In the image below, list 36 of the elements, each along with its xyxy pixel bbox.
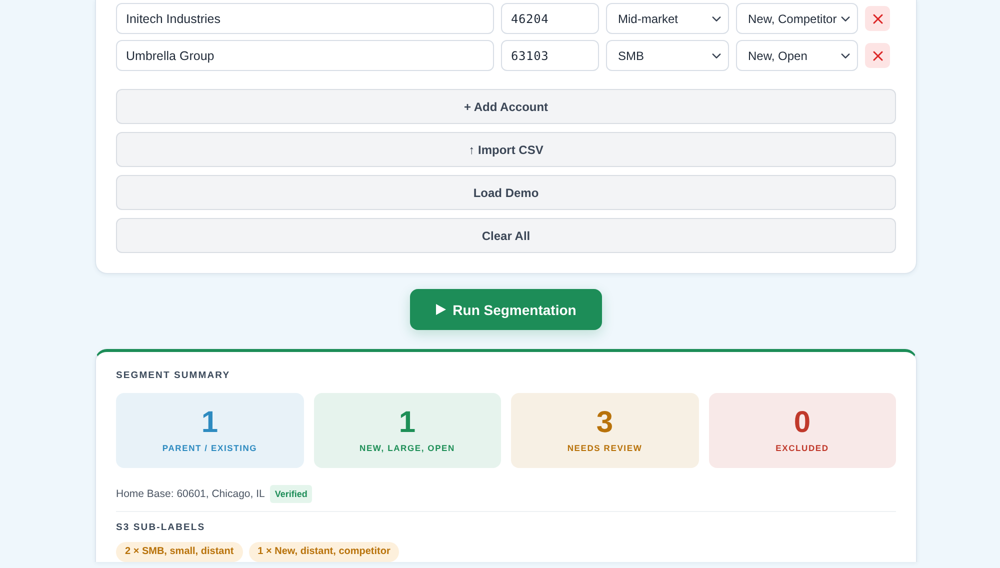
remove-button[interactable] <box>865 6 890 31</box>
run-segmentation-button[interactable]: Run Segmentation <box>410 289 602 330</box>
home-base-text: Home Base: 60601, Chicago, IL <box>116 488 265 500</box>
stat-label: PARENT / EXISTING <box>162 443 258 454</box>
stat-value: 1 <box>398 407 416 439</box>
action-button[interactable]: Clear All <box>116 218 896 253</box>
stat-value: 1 <box>201 407 218 439</box>
status-select[interactable]: New, Open <box>736 40 858 71</box>
stat-label: NEW, LARGE, OPEN <box>360 443 455 454</box>
company-name-field[interactable]: Initech Industries <box>116 3 494 34</box>
remove-button[interactable] <box>865 43 890 68</box>
segment-select[interactable]: Mid-market <box>606 3 729 34</box>
action-button[interactable]: Load Demo <box>116 175 896 210</box>
company-name-field[interactable]: Umbrella Group <box>116 40 494 71</box>
zip-code-field[interactable]: 63103 <box>501 40 599 71</box>
action-button[interactable]: + Add Account <box>116 89 896 124</box>
sub-label-chip: 1 × New, distant, competitor <box>248 542 400 562</box>
segment-select[interactable]: SMB <box>606 40 729 71</box>
verified-badge: Verified <box>270 485 312 503</box>
chevron-icon <box>841 16 850 22</box>
status-select[interactable]: New, Competitor <box>736 3 858 34</box>
stat-label: NEEDS REVIEW <box>567 443 642 454</box>
stat-value: 0 <box>794 407 811 439</box>
close-icon <box>872 50 882 60</box>
sub-label-chip: 2 × SMB, small, distant <box>116 542 243 562</box>
section-title: S3 SUB-LABELS <box>116 522 206 534</box>
chevron-icon <box>712 16 721 22</box>
action-button[interactable]: ↑ Import CSV <box>116 132 896 167</box>
section-title: SEGMENT SUMMARY <box>116 370 230 382</box>
chevron-icon <box>841 52 850 58</box>
close-icon <box>872 14 882 24</box>
stat-value: 3 <box>596 407 614 439</box>
play-icon <box>436 304 446 315</box>
zip-code-field[interactable]: 46204 <box>501 3 599 34</box>
stat-label: EXCLUDED <box>776 443 829 454</box>
chevron-icon <box>712 52 721 58</box>
